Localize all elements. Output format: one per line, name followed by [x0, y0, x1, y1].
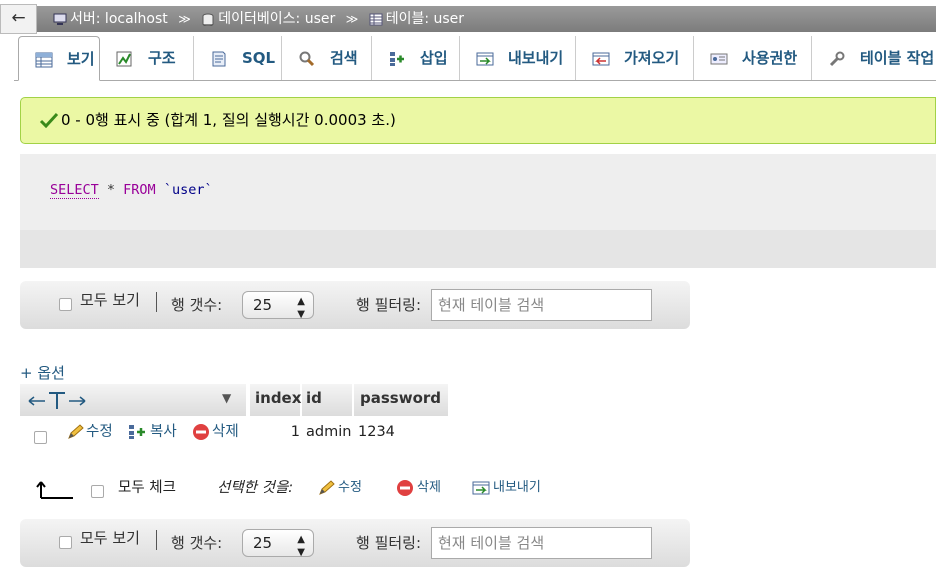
privileges-icon [710, 53, 728, 64]
cell-id: admin [306, 424, 352, 440]
sql-keyword-from: FROM [123, 182, 156, 198]
tab-import[interactable]: 가져오기 [576, 36, 694, 80]
import-icon [592, 52, 610, 65]
tab-search[interactable]: 검색 [282, 36, 372, 80]
sort-dropdown-icon[interactable]: ▼ [222, 384, 231, 412]
copy-icon [129, 425, 145, 439]
stepper-arrows-icon: ▲ ▼ [297, 296, 305, 320]
breadcrumb: 서버: localhost ≫ 데이터베이스: user ≫ 테이블: user [37, 6, 936, 32]
tab-privileges[interactable]: 사용권한 [694, 36, 812, 80]
row-count-label: 행 갯수: [171, 296, 223, 314]
sql-keyword-select[interactable]: SELECT [50, 182, 99, 199]
sql-query-area: SELECT * FROM `user` [20, 154, 936, 230]
stepper-arrows-icon: ▲ ▼ [297, 534, 305, 558]
row-checkbox[interactable] [34, 431, 47, 444]
row-filter-input[interactable]: 현재 테이블 검색 [431, 289, 652, 321]
cell-index: 1 [290, 424, 300, 440]
column-arrows-icon[interactable] [27, 390, 87, 412]
row-filter-label: 행 필터링: [356, 534, 422, 552]
pencil-icon [319, 479, 335, 495]
with-selected-label: 선택한 것을: [217, 480, 294, 496]
column-header-password[interactable]: password [354, 384, 448, 416]
show-all-label: 모두 보기 [80, 529, 140, 547]
cell-password: 1234 [358, 424, 395, 440]
browse-icon [35, 52, 53, 67]
navigation-bar-bottom: 모두 보기 행 갯수: 25 ▲ ▼ 행 필터링: 현재 테이블 검색 [20, 519, 690, 567]
wrench-icon [829, 51, 845, 66]
show-all-checkbox[interactable] [59, 536, 72, 549]
breadcrumb-table[interactable]: 테이블: user [369, 11, 464, 27]
sql-star: * [98, 182, 124, 198]
breadcrumb-separator: ≫ [345, 12, 359, 26]
tab-insert[interactable]: 삽입 [372, 36, 460, 80]
delete-icon [397, 479, 413, 496]
arrow-up-icon [36, 481, 73, 499]
row-copy-link[interactable]: 복사 [128, 423, 177, 441]
table-header-actions: ▼ [20, 384, 246, 416]
search-icon [299, 51, 315, 66]
check-icon [39, 112, 59, 128]
column-header-index[interactable]: index [250, 384, 301, 416]
row-filter-input[interactable]: 현재 테이블 검색 [431, 527, 652, 559]
pencil-icon [68, 424, 84, 439]
sql-query-box: SELECT * FROM `user` [20, 154, 936, 268]
navigation-bar-top: 모두 보기 행 갯수: 25 ▲ ▼ 행 필터링: 현재 테이블 검색 [20, 281, 690, 329]
delete-icon [193, 424, 209, 440]
row-filter-label: 행 필터링: [356, 296, 422, 314]
tab-export[interactable]: 내보내기 [460, 36, 576, 80]
tab-bar: 보기 구조 SQL 검색 삽입 내보내기 가져오기 사용권한 테이블 작업 [14, 36, 936, 81]
divider [156, 292, 157, 312]
export-icon [476, 52, 494, 65]
breadcrumb-separator: ≫ [178, 12, 191, 26]
insert-icon [390, 51, 404, 66]
export-icon [472, 481, 490, 494]
row-count-select[interactable]: 25 ▲ ▼ [242, 529, 314, 558]
breadcrumb-database[interactable]: 데이터베이스: user [201, 11, 339, 27]
row-count-label: 행 갯수: [171, 534, 223, 552]
row-count-select[interactable]: 25 ▲ ▼ [242, 291, 314, 320]
divider [156, 530, 157, 550]
row-edit-link[interactable]: 수정 [66, 423, 113, 441]
tab-operations[interactable]: 테이블 작업 [812, 36, 936, 80]
show-all-label: 모두 보기 [80, 291, 140, 309]
success-message: 0 - 0행 표시 중 (합계 1, 질의 실행시간 0.0003 초.) [20, 97, 936, 144]
server-icon [53, 13, 67, 25]
tab-structure[interactable]: 구조 [100, 36, 194, 80]
row-delete-link[interactable]: 삭제 [192, 423, 239, 441]
bulk-edit-button[interactable]: 수정 [316, 478, 362, 498]
sql-icon [212, 51, 226, 66]
tab-sql[interactable]: SQL [194, 36, 282, 80]
bulk-export-button[interactable]: 내보내기 [469, 478, 541, 498]
check-all-checkbox[interactable] [91, 485, 104, 498]
structure-icon [116, 51, 132, 66]
success-text: 0 - 0행 표시 중 (합계 1, 질의 실행시간 0.0003 초.) [61, 111, 396, 129]
database-icon [202, 13, 214, 26]
bulk-delete-button[interactable]: 삭제 [395, 478, 441, 498]
check-all-label[interactable]: 모두 체크 [118, 478, 176, 498]
top-bar: ← 서버: localhost ≫ 데이터베이스: user ≫ 테이블: us… [0, 0, 936, 37]
sql-query: SELECT * FROM `user` [50, 182, 213, 199]
tab-browse[interactable]: 보기 [18, 36, 100, 81]
column-header-id[interactable]: id [302, 384, 352, 416]
sql-table-name: `user` [155, 182, 213, 198]
breadcrumb-server[interactable]: 서버: localhost [53, 11, 172, 27]
options-link[interactable]: + 옵션 [20, 362, 65, 383]
back-button[interactable]: ← [0, 4, 37, 34]
table-icon [369, 13, 383, 25]
show-all-checkbox[interactable] [59, 298, 72, 311]
